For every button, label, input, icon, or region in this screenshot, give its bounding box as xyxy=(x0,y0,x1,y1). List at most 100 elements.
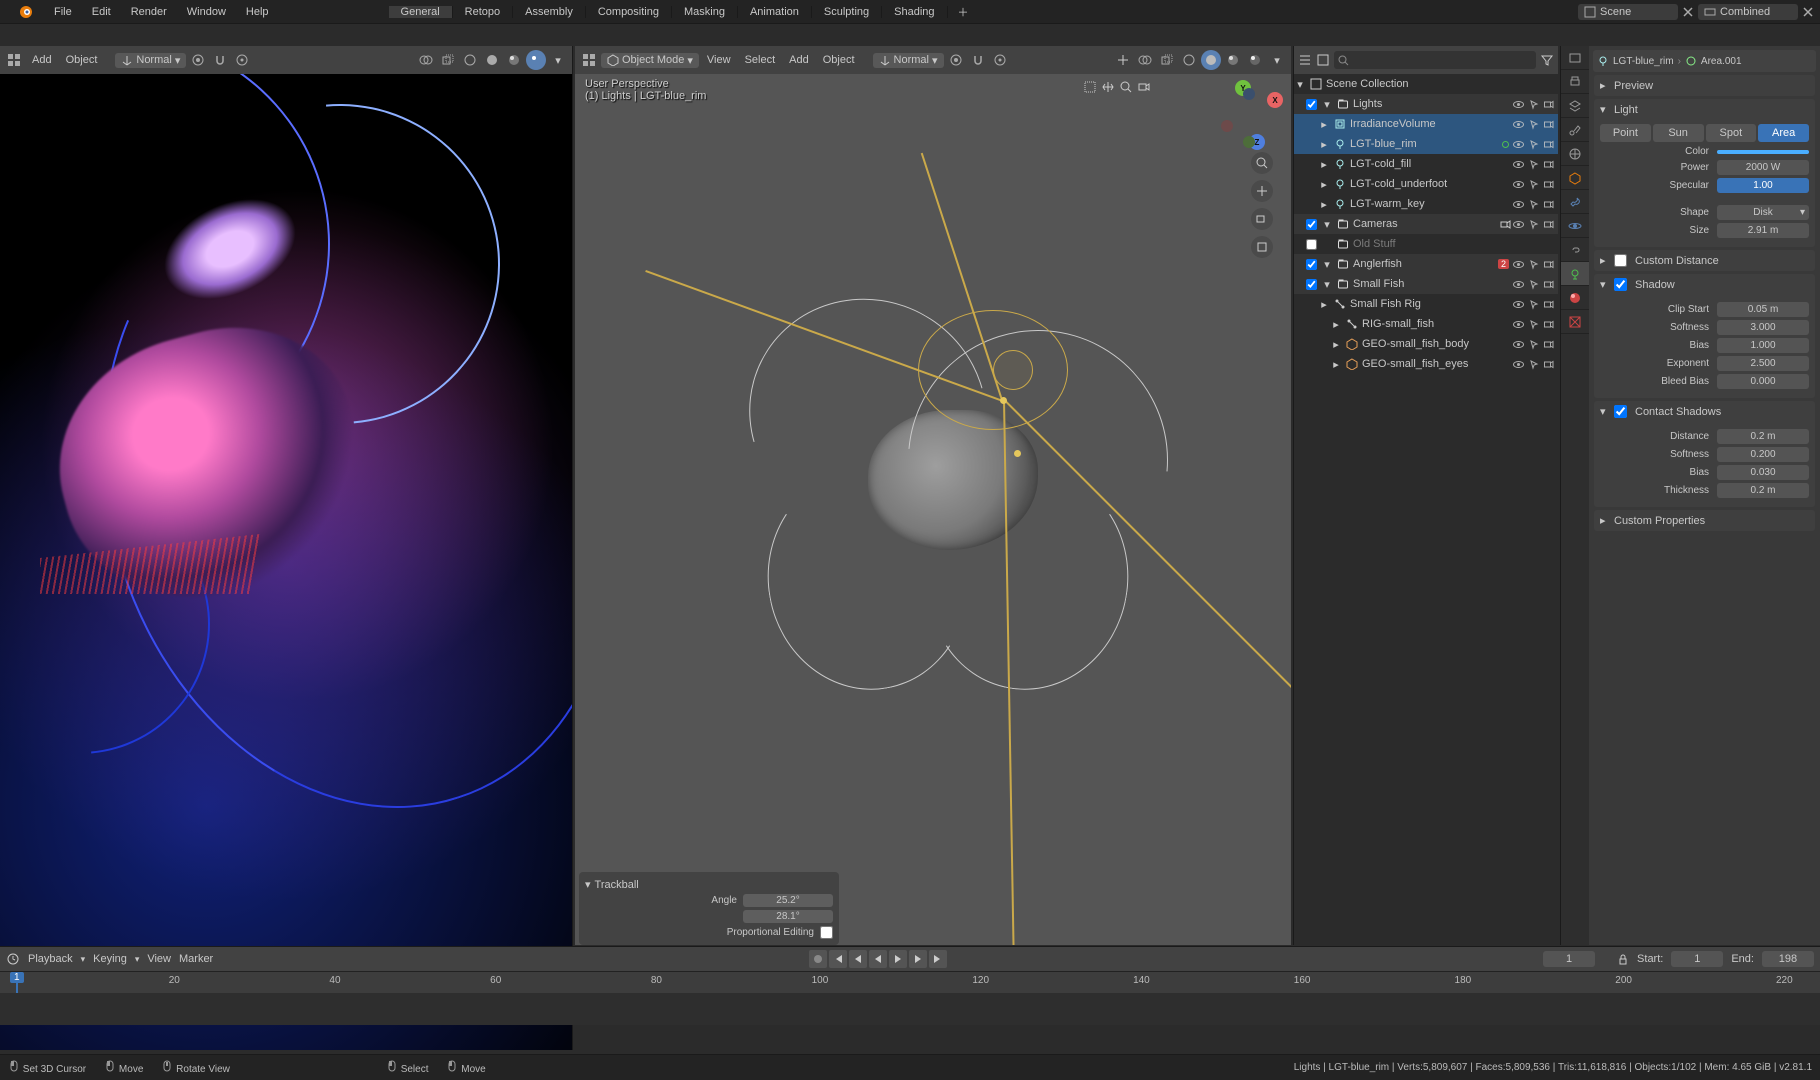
tab-object[interactable] xyxy=(1561,166,1589,190)
tree-row[interactable]: Old Stuff xyxy=(1294,234,1558,254)
eye-icon[interactable] xyxy=(1511,157,1525,171)
jump-end[interactable] xyxy=(929,950,947,968)
light-type-segmented[interactable]: Point Sun Spot Area xyxy=(1600,124,1809,142)
close-icon[interactable] xyxy=(1802,6,1814,18)
shading-wire[interactable] xyxy=(1179,50,1199,70)
render-icon[interactable] xyxy=(1541,277,1555,291)
rendered-view[interactable] xyxy=(0,74,572,1050)
proportional-edit[interactable] xyxy=(232,50,252,70)
end-frame[interactable]: 198 xyxy=(1762,951,1814,967)
eye-icon[interactable] xyxy=(1511,117,1525,131)
render-icon[interactable] xyxy=(1541,217,1555,231)
tab-modifiers[interactable] xyxy=(1561,190,1589,214)
timeline-ruler[interactable]: 1204060801001201401601802002201 xyxy=(0,971,1820,993)
menu-file[interactable]: File xyxy=(44,6,82,18)
light-size[interactable]: 2.91 m xyxy=(1717,223,1809,238)
light-type-spot[interactable]: Spot xyxy=(1706,124,1757,142)
shading-rendered[interactable] xyxy=(1245,50,1265,70)
move-tool-icon[interactable] xyxy=(1101,80,1115,94)
tree-row[interactable]: GEO-small_fish_eyes xyxy=(1294,354,1558,374)
render-icon[interactable] xyxy=(1541,177,1555,191)
tab-material[interactable] xyxy=(1561,286,1589,310)
menu-add[interactable]: Add xyxy=(26,54,58,66)
render-icon[interactable] xyxy=(1541,157,1555,171)
nav-gizmo[interactable]: X Y Z xyxy=(1217,82,1283,148)
tree-row[interactable]: Cameras xyxy=(1294,214,1558,234)
workspace-tab[interactable]: General xyxy=(389,6,453,18)
shadow-checkbox[interactable] xyxy=(1614,278,1627,291)
camera-link-icon[interactable] xyxy=(1499,218,1511,230)
prop-value[interactable]: 0.2 m xyxy=(1717,429,1809,444)
zoom-tool-icon[interactable] xyxy=(1119,80,1133,94)
select-box-icon[interactable] xyxy=(1083,80,1097,94)
preview-panel-header[interactable]: ▸Preview xyxy=(1594,75,1815,96)
shading-matpreview[interactable] xyxy=(1223,50,1243,70)
custom-props-header[interactable]: ▸Custom Properties xyxy=(1594,510,1815,531)
app-icon[interactable] xyxy=(8,4,44,20)
eye-icon[interactable] xyxy=(1511,97,1525,111)
workspace-tab[interactable]: Animation xyxy=(738,6,812,18)
nav-zoom[interactable] xyxy=(1251,152,1273,174)
custom-distance-header[interactable]: ▸Custom Distance xyxy=(1594,250,1815,271)
shading-options[interactable]: ▾ xyxy=(548,50,568,70)
properties-breadcrumb[interactable]: LGT-blue_rim › Area.001 xyxy=(1593,50,1816,72)
workspace-tab[interactable]: Retopo xyxy=(453,6,513,18)
tab-viewlayer[interactable] xyxy=(1561,94,1589,118)
display-mode[interactable] xyxy=(1316,53,1330,67)
workspace-tab[interactable]: Compositing xyxy=(586,6,672,18)
cursor-icon[interactable] xyxy=(1526,97,1540,111)
shading-solid[interactable] xyxy=(1201,50,1221,70)
tab-render[interactable] xyxy=(1561,46,1589,70)
tree-row[interactable]: Small Fish Rig xyxy=(1294,294,1558,314)
angle-2[interactable]: 28.1° xyxy=(743,910,833,923)
menu-keying[interactable]: Keying xyxy=(93,953,127,965)
tab-scene[interactable] xyxy=(1561,118,1589,142)
tab-world[interactable] xyxy=(1561,142,1589,166)
eye-icon[interactable] xyxy=(1511,197,1525,211)
cursor-icon[interactable] xyxy=(1526,217,1540,231)
render-icon[interactable] xyxy=(1541,197,1555,211)
close-icon[interactable] xyxy=(1682,6,1694,18)
menu-marker[interactable]: Marker xyxy=(179,953,213,965)
render-icon[interactable] xyxy=(1541,297,1555,311)
menu-edit[interactable]: Edit xyxy=(82,6,121,18)
prop-value[interactable]: 0.2 m xyxy=(1717,483,1809,498)
add-workspace[interactable]: ＋ xyxy=(948,4,979,20)
tree-row[interactable]: Anglerfish2 xyxy=(1294,254,1558,274)
light-specular[interactable]: 1.00 xyxy=(1717,178,1809,193)
custom-distance-checkbox[interactable] xyxy=(1614,254,1627,267)
light-type-area[interactable]: Area xyxy=(1758,124,1809,142)
tree-row[interactable]: Small Fish xyxy=(1294,274,1558,294)
cursor-icon[interactable] xyxy=(1526,197,1540,211)
lightdata-link-icon[interactable] xyxy=(1500,139,1511,150)
outliner-tree[interactable]: Scene Collection LightsIrradianceVolumeL… xyxy=(1294,74,1558,945)
menu-view[interactable]: View xyxy=(701,54,737,66)
lock-icon[interactable] xyxy=(1617,953,1629,965)
light-type-point[interactable]: Point xyxy=(1600,124,1651,142)
keyframe-prev[interactable] xyxy=(849,950,867,968)
collection-enable[interactable] xyxy=(1306,99,1317,110)
angle-1[interactable]: 25.2° xyxy=(743,894,833,907)
menu-playback[interactable]: Playback xyxy=(28,953,73,965)
editor-type-dropdown[interactable] xyxy=(1298,53,1312,67)
eye-icon[interactable] xyxy=(1511,317,1525,331)
tab-output[interactable] xyxy=(1561,70,1589,94)
transform-orientation[interactable]: Normal ▾ xyxy=(115,53,186,68)
prop-value[interactable]: 0.200 xyxy=(1717,447,1809,462)
shading-solid[interactable] xyxy=(482,50,502,70)
menu-object[interactable]: Object xyxy=(817,54,861,66)
gizmo-x[interactable]: X xyxy=(1267,92,1283,108)
tree-row[interactable]: LGT-warm_key xyxy=(1294,194,1558,214)
tab-texture[interactable] xyxy=(1561,310,1589,334)
collection-enable[interactable] xyxy=(1306,279,1317,290)
tree-row[interactable]: Lights xyxy=(1294,94,1558,114)
shadow-panel-header[interactable]: ▾Shadow xyxy=(1594,274,1815,295)
menu-object[interactable]: Object xyxy=(60,54,104,66)
eye-icon[interactable] xyxy=(1511,337,1525,351)
collection-enable[interactable] xyxy=(1306,219,1317,230)
current-frame[interactable]: 1 xyxy=(1543,951,1595,967)
prop-edit-checkbox[interactable] xyxy=(820,926,833,939)
timeline-track[interactable] xyxy=(0,993,1820,1025)
render-icon[interactable] xyxy=(1541,97,1555,111)
cursor-icon[interactable] xyxy=(1526,337,1540,351)
